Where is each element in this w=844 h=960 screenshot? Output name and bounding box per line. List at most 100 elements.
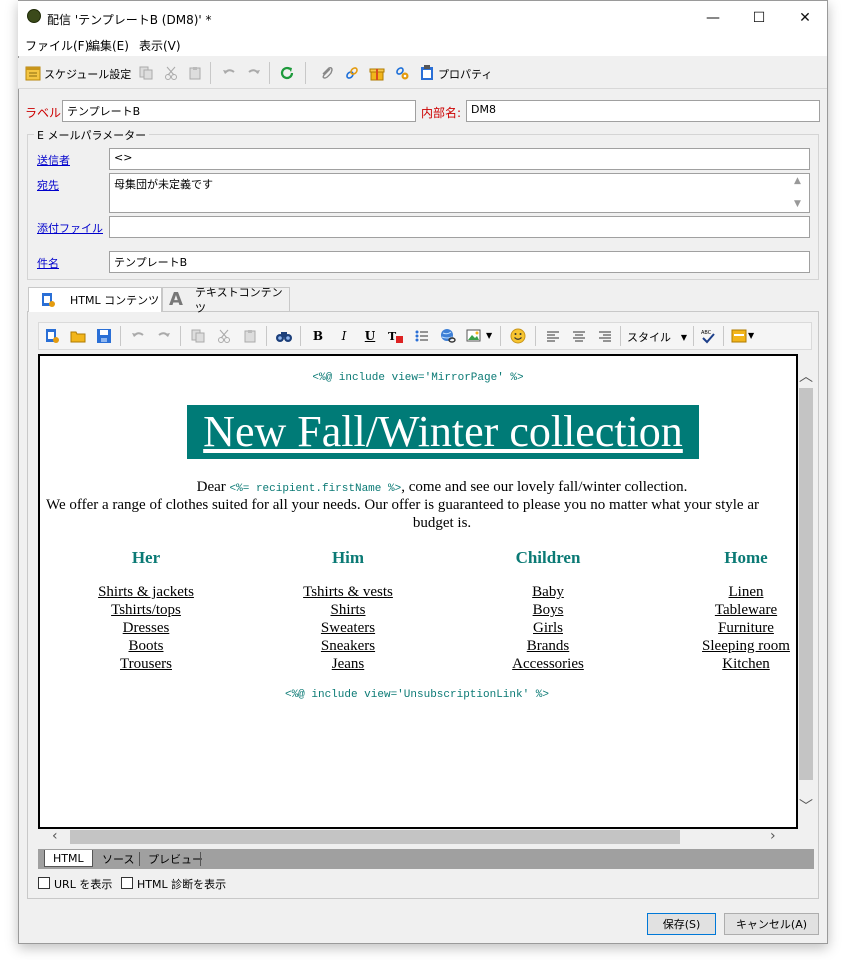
gift-icon[interactable] [368, 64, 386, 82]
align-right-icon[interactable] [596, 327, 614, 345]
label-label: ラベル: [25, 106, 66, 120]
link-him[interactable]: Tshirts & vests [268, 583, 428, 601]
link-him[interactable]: Shirts [268, 601, 428, 619]
link-children[interactable]: Baby [468, 583, 628, 601]
tab-html-content[interactable]: HTML コンテンツ [28, 287, 162, 312]
menu-file[interactable]: ファイル(F) [25, 37, 89, 54]
view-tab-html[interactable]: HTML [44, 850, 93, 867]
link-her[interactable]: Shirts & jackets [66, 583, 226, 601]
spellcheck-icon[interactable]: ABC [699, 327, 717, 345]
recipient-textarea[interactable]: 母集団が未定義です [109, 173, 810, 213]
attachment-icon[interactable] [318, 64, 336, 82]
sender-input[interactable]: <> [109, 148, 810, 170]
open-folder-icon[interactable] [69, 327, 87, 345]
vertical-scroll-thumb[interactable] [799, 388, 813, 780]
link-her[interactable]: Trousers [66, 655, 226, 673]
internal-name-label: 内部名: [421, 106, 462, 120]
find-binoculars-icon[interactable] [275, 327, 293, 345]
chevron-down-icon: ▼ [680, 332, 687, 342]
insert-link-globe-icon[interactable] [439, 327, 457, 345]
link-icon[interactable] [343, 64, 361, 82]
subject-link[interactable]: 件名 [37, 255, 59, 271]
align-left-icon[interactable] [544, 327, 562, 345]
italic-icon[interactable]: I [335, 327, 353, 345]
app-icon [27, 9, 41, 23]
headline-text[interactable]: New Fall/Winter collection [203, 407, 683, 456]
save-icon[interactable] [95, 327, 113, 345]
minimize-button[interactable]: — [690, 1, 736, 34]
view-tab-source[interactable]: ソース [94, 850, 142, 867]
insert-image-icon[interactable] [465, 327, 483, 345]
sender-link[interactable]: 送信者 [37, 152, 70, 168]
link-settings-icon[interactable] [393, 64, 411, 82]
underline-icon[interactable]: U [361, 327, 379, 345]
editor-cut-icon[interactable] [215, 327, 233, 345]
align-center-icon[interactable] [570, 327, 588, 345]
cut-icon[interactable] [162, 64, 180, 82]
block-dropdown-arrow-icon[interactable]: ▼ [748, 331, 754, 340]
scroll-down-icon[interactable]: ▼ [794, 199, 801, 209]
column-title-children: Children [515, 548, 581, 567]
new-document-icon[interactable] [43, 327, 61, 345]
subject-input[interactable]: テンプレートB [109, 251, 810, 273]
editor-undo-icon[interactable] [129, 327, 147, 345]
link-children[interactable]: Girls [468, 619, 628, 637]
paste-icon[interactable] [186, 64, 204, 82]
intro-line-3: budget is. [412, 515, 472, 531]
html-file-icon [41, 292, 55, 308]
scroll-up-arrow-icon[interactable]: ︿ [799, 366, 813, 386]
horizontal-scroll-thumb[interactable] [70, 830, 680, 844]
editor-paste-icon[interactable] [241, 327, 259, 345]
internal-name-input[interactable]: DM8 [466, 100, 820, 122]
image-dropdown-arrow-icon[interactable]: ▼ [486, 331, 492, 340]
link-him[interactable]: Sweaters [268, 619, 428, 637]
schedule-button-label[interactable]: スケジュール設定 [44, 66, 131, 82]
editor-copy-icon[interactable] [189, 327, 207, 345]
calendar-icon[interactable] [24, 64, 42, 82]
undo-icon[interactable] [220, 64, 238, 82]
attachment-link[interactable]: 添付ファイル [37, 220, 103, 236]
link-children[interactable]: Boys [468, 601, 628, 619]
show-url-checkbox[interactable] [38, 877, 50, 889]
style-dropdown[interactable]: スタイル ▼ [627, 329, 689, 345]
link-her[interactable]: Dresses [66, 619, 226, 637]
cancel-button[interactable]: キャンセル(A) [724, 913, 819, 935]
attachment-input[interactable] [109, 216, 810, 238]
refresh-icon[interactable] [278, 64, 296, 82]
link-him[interactable]: Jeans [268, 655, 428, 673]
link-children[interactable]: Brands [468, 637, 628, 655]
mirror-page-include: <%@ include view='MirrorPage' %> [312, 372, 524, 384]
scroll-right-arrow-icon[interactable]: › [770, 828, 776, 844]
label-input[interactable]: テンプレートB [62, 100, 416, 122]
editor-redo-icon[interactable] [155, 327, 173, 345]
intro-line-2: We offer a range of clothes suited for a… [46, 497, 759, 513]
copy-icon[interactable] [137, 64, 155, 82]
toolbar-separator [500, 326, 501, 346]
scroll-down-arrow-icon[interactable]: ﹀ [799, 796, 813, 816]
scroll-up-icon[interactable]: ▲ [794, 176, 801, 186]
clipboard-icon[interactable] [418, 64, 436, 82]
tab-text-content[interactable]: A テキストコンテンツ [162, 286, 290, 315]
maximize-button[interactable]: ☐ [736, 1, 782, 34]
link-her[interactable]: Boots [66, 637, 226, 655]
link-children[interactable]: Accessories [468, 655, 628, 673]
redo-icon[interactable] [245, 64, 263, 82]
bullet-list-icon[interactable] [413, 327, 431, 345]
svg-text:ABC: ABC [701, 330, 712, 336]
menu-view[interactable]: 表示(V) [139, 37, 181, 54]
properties-button-label[interactable]: プロパティ [438, 66, 492, 82]
smiley-icon[interactable] [509, 327, 527, 345]
scroll-left-arrow-icon[interactable]: ‹ [52, 828, 58, 844]
link-her[interactable]: Tshirts/tops [66, 601, 226, 619]
bold-icon[interactable]: B [309, 327, 327, 345]
save-button[interactable]: 保存(S) [647, 913, 716, 935]
insert-block-icon[interactable] [730, 327, 748, 345]
link-him[interactable]: Sneakers [268, 637, 428, 655]
toolbar-separator [269, 62, 270, 84]
toolbar-separator [180, 326, 181, 346]
close-button[interactable]: ✕ [782, 1, 828, 34]
recipient-link[interactable]: 宛先 [37, 177, 59, 193]
show-html-diag-checkbox[interactable] [121, 877, 133, 889]
menu-edit[interactable]: 編集(E) [88, 37, 129, 54]
text-color-icon[interactable]: T [387, 327, 405, 345]
